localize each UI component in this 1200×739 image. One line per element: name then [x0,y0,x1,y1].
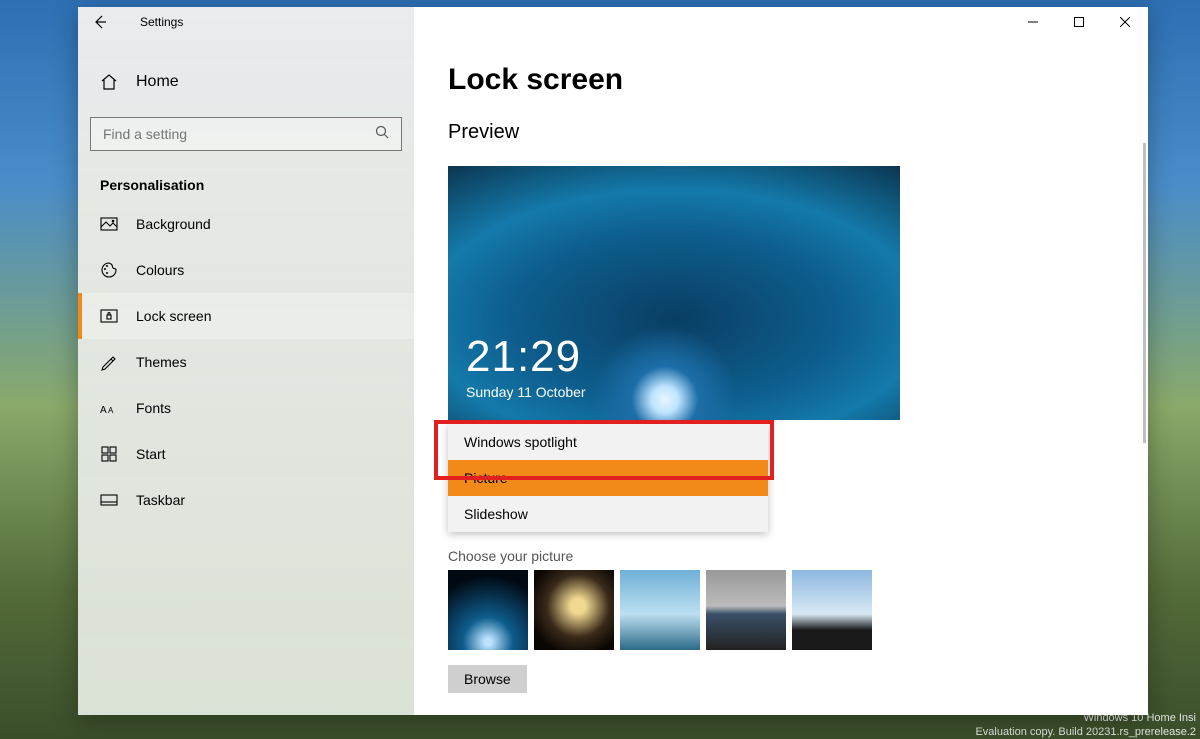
nav-label: Themes [136,354,187,370]
close-button[interactable] [1102,7,1148,37]
thumb-5[interactable] [792,570,872,650]
nav-label: Taskbar [136,492,185,508]
back-button[interactable] [84,7,116,37]
themes-icon [100,353,118,371]
nav-label: Colours [136,262,184,278]
nav-home[interactable]: Home [78,61,414,103]
nav-item-fonts[interactable]: AA Fonts [78,385,414,431]
lock-screen-icon [100,307,118,325]
watermark-line2: Evaluation copy. Build 20231.rs_prerelea… [975,725,1196,739]
nav-label: Start [136,446,166,462]
search-input[interactable] [103,126,332,142]
category-header: Personalisation [78,151,414,201]
lock-screen-preview: 21:29 Sunday 11 October [448,166,900,420]
nav-label: Background [136,216,211,232]
nav-label: Fonts [136,400,171,416]
search-icon [375,125,389,144]
background-dropdown: Windows spotlight Picture Slideshow [448,424,768,532]
picture-icon [100,215,118,233]
choose-picture-label: Choose your picture [448,548,573,564]
thumb-2[interactable] [534,570,614,650]
scrollbar[interactable] [1143,143,1146,443]
nav-item-colours[interactable]: Colours [78,247,414,293]
nav-item-themes[interactable]: Themes [78,339,414,385]
picture-thumbnails [448,570,872,650]
dropdown-item-picture[interactable]: Picture [448,460,768,496]
preview-clock-time: 21:29 [466,332,586,382]
palette-icon [100,261,118,279]
preview-heading: Preview [448,121,1114,144]
settings-window: Settings Home Personalisation Background [78,7,1148,715]
window-controls [1010,7,1148,37]
thumb-1[interactable] [448,570,528,650]
maximize-button[interactable] [1056,7,1102,37]
nav-item-lock-screen[interactable]: Lock screen [78,293,414,339]
taskbar-icon [100,491,118,509]
thumb-3[interactable] [620,570,700,650]
sidebar: Settings Home Personalisation Background [78,7,414,715]
window-title: Settings [140,15,183,29]
dropdown-list: Windows spotlight Picture Slideshow [448,424,768,532]
home-icon [100,73,118,91]
dropdown-item-slideshow[interactable]: Slideshow [448,496,768,532]
nav-item-taskbar[interactable]: Taskbar [78,477,414,523]
dropdown-item-spotlight[interactable]: Windows spotlight [448,424,768,460]
search-box[interactable] [90,117,402,151]
nav-item-start[interactable]: Start [78,431,414,477]
preview-clock-date: Sunday 11 October [466,384,586,400]
svg-text:A: A [108,406,114,415]
nav-home-label: Home [136,73,179,91]
minimize-button[interactable] [1010,7,1056,37]
preview-overlay: 21:29 Sunday 11 October [448,332,586,420]
page-title: Lock screen [448,63,1114,97]
fonts-icon: AA [100,399,118,417]
titlebar: Settings [78,7,414,37]
desktop-watermark: Windows 10 Home Insi Evaluation copy. Bu… [975,711,1196,739]
svg-text:A: A [100,405,107,416]
nav-item-background[interactable]: Background [78,201,414,247]
browse-button[interactable]: Browse [448,665,527,693]
start-icon [100,445,118,463]
nav-label: Lock screen [136,308,211,324]
thumb-4[interactable] [706,570,786,650]
